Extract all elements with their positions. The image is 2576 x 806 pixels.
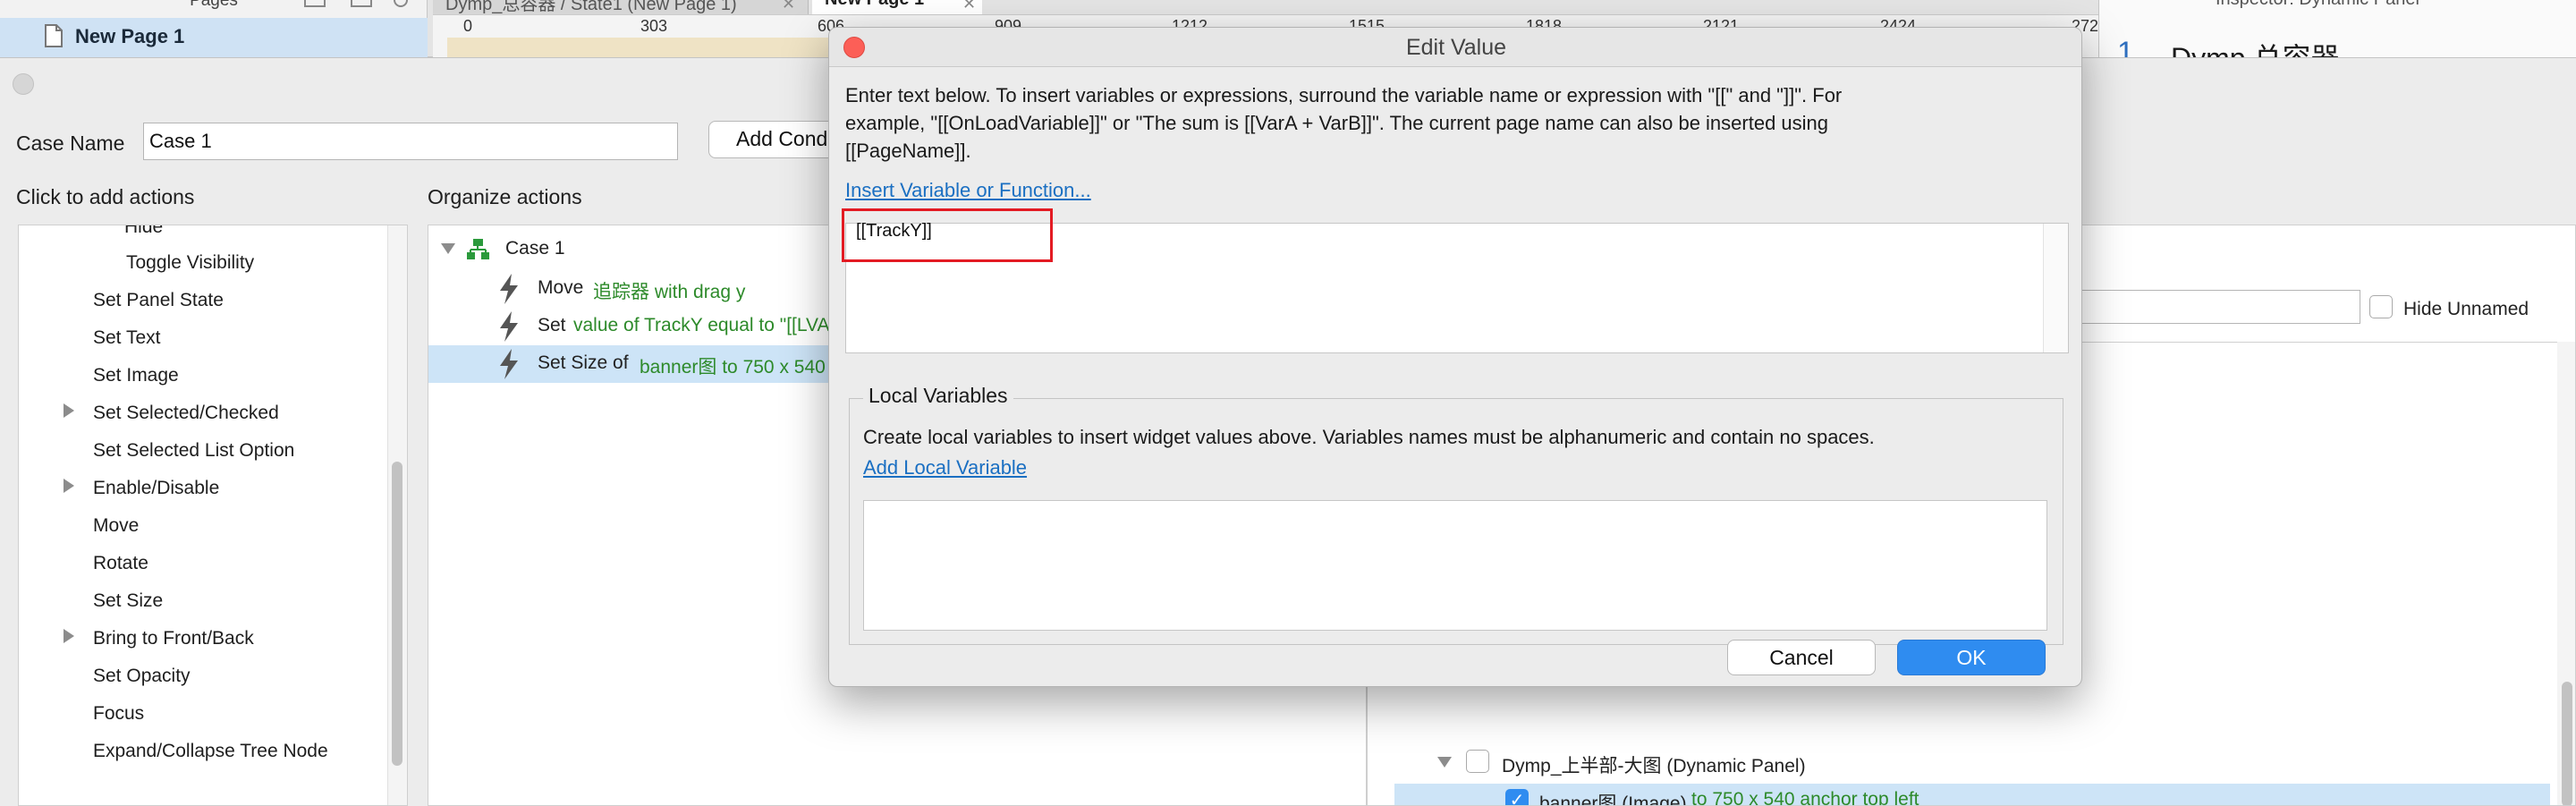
collapse-arrow-icon[interactable] — [441, 243, 455, 254]
add-page-icon[interactable] — [304, 0, 326, 7]
cancel-button[interactable]: Cancel — [1727, 640, 1876, 675]
tab-state1[interactable]: Dymp_总容器 / State1 (New Page 1) — [433, 0, 809, 14]
local-variables-desc: Create local variables to insert widget … — [863, 426, 1875, 448]
ruler-tick: 0 — [463, 17, 473, 35]
case-name-input[interactable] — [143, 123, 678, 160]
tree-row-selected[interactable]: ✓ banner图 (Image) to 750 x 540 anchor to… — [1394, 784, 2550, 806]
actions-scrollbar-thumb[interactable] — [392, 462, 402, 766]
page-name: New Page 1 — [75, 25, 185, 47]
tree-row-detail: to 750 x 540 anchor top left — [1691, 789, 1919, 806]
action-enable-disable[interactable]: Enable/Disable — [93, 478, 219, 499]
collapse-arrow-icon[interactable] — [1437, 757, 1452, 768]
org-action-verb: Set Size of — [538, 352, 629, 373]
inspector-panel: Inspector: Dynamic Panel 1 Dymp 总容器 — [2098, 0, 2576, 74]
instruction-line: Enter text below. To insert variables or… — [845, 84, 1843, 106]
organize-actions-label: Organize actions — [428, 185, 582, 208]
page-list-item[interactable]: New Page 1 — [0, 18, 428, 57]
instruction-line: example, "[[OnLoadVariable]]" or "The su… — [845, 112, 1829, 134]
tab-close-icon[interactable]: ✕ — [962, 0, 976, 13]
action-focus[interactable]: Focus — [93, 703, 144, 725]
tree-scrollbar[interactable] — [2557, 342, 2575, 805]
instructions-text: Enter text below. To insert variables or… — [845, 81, 2071, 165]
red-highlight-box — [842, 208, 1053, 262]
page-icon — [45, 24, 63, 47]
inspector-title: Inspector: Dynamic Panel — [2216, 0, 2419, 10]
lightning-icon — [500, 349, 518, 379]
case-name-label: Case Name — [16, 132, 125, 155]
action-set-selected[interactable]: Set Selected/Checked — [93, 403, 279, 424]
action-set-text[interactable]: Set Text — [93, 327, 161, 349]
case-title[interactable]: Case 1 — [505, 238, 565, 259]
action-bring-to-front[interactable]: Bring to Front/Back — [93, 628, 254, 649]
action-move[interactable]: Move — [93, 515, 139, 537]
tree-panel-label: Dymp_上半部-大图 (Dynamic Panel) — [1502, 756, 1806, 776]
org-action-detail: 追踪器 with drag y — [593, 282, 746, 302]
expand-arrow-icon[interactable] — [64, 479, 74, 493]
hide-unnamed-checkbox[interactable] — [2369, 295, 2393, 318]
hide-unnamed-label: Hide Unnamed — [2403, 299, 2529, 319]
add-local-variable-link[interactable]: Add Local Variable — [863, 454, 1027, 481]
action-set-image[interactable]: Set Image — [93, 365, 179, 386]
lightning-icon — [500, 274, 518, 304]
actions-list: Hide Toggle Visibility Set Panel State S… — [18, 225, 408, 806]
org-action-verb: Move — [538, 277, 584, 298]
case-tree-icon — [467, 239, 489, 259]
action-hide[interactable]: Hide — [124, 225, 163, 238]
actions-scrollbar[interactable] — [387, 225, 407, 805]
window-close-button[interactable] — [13, 73, 34, 95]
expand-arrow-icon[interactable] — [64, 629, 74, 643]
tab-close-icon[interactable]: ✕ — [782, 0, 795, 13]
lightning-icon — [500, 311, 518, 342]
action-set-panel-state[interactable]: Set Panel State — [93, 290, 224, 311]
tree-checkbox[interactable] — [1466, 750, 1489, 773]
dialog-titlebar: Edit Value — [829, 28, 2081, 67]
action-set-size[interactable]: Set Size — [93, 590, 163, 612]
tree-scrollbar-thumb[interactable] — [2562, 682, 2572, 805]
tree-row-label: banner图 (Image) — [1539, 793, 1687, 806]
action-expand-collapse[interactable]: Expand/Collapse Tree Node — [93, 741, 328, 762]
org-action-detail: banner图 to 750 x 540 — [640, 357, 826, 378]
action-rotate[interactable]: Rotate — [93, 553, 148, 574]
instruction-line: [[PageName]]. — [845, 140, 971, 162]
action-toggle-visibility[interactable]: Toggle Visibility — [126, 252, 254, 274]
edit-value-dialog: Edit Value Enter text below. To insert v… — [828, 27, 2082, 687]
tab-new-page-label: New Page 1 — [825, 0, 924, 9]
tab-new-page[interactable]: New Page 1 — [812, 0, 982, 14]
tab-state1-label: Dymp_总容器 / State1 (New Page 1) — [445, 0, 737, 14]
insert-variable-link[interactable]: Insert Variable or Function... — [845, 176, 1091, 204]
dialog-title: Edit Value — [1405, 35, 1507, 60]
local-variables-title: Local Variables — [863, 384, 1013, 408]
local-variables-list — [863, 500, 2047, 631]
add-folder-icon[interactable] — [351, 0, 372, 7]
close-icon[interactable] — [843, 37, 865, 58]
ruler-tick: 303 — [640, 17, 668, 35]
click-to-add-label: Click to add actions — [16, 185, 195, 208]
canvas-preview — [447, 38, 832, 57]
action-set-selected-list[interactable]: Set Selected List Option — [93, 440, 294, 462]
ok-button[interactable]: OK — [1897, 640, 2046, 675]
org-action-verb: Set — [538, 315, 566, 335]
expand-arrow-icon[interactable] — [64, 403, 74, 418]
action-set-opacity[interactable]: Set Opacity — [93, 666, 191, 687]
pages-panel: Pages New Page 1 — [0, 0, 428, 57]
textarea-scrollbar[interactable] — [2043, 224, 2068, 352]
tree-checkbox-checked[interactable]: ✓ — [1505, 789, 1529, 805]
org-action-detail: value of TrackY equal to "[[LVAR1+ — [573, 315, 865, 335]
